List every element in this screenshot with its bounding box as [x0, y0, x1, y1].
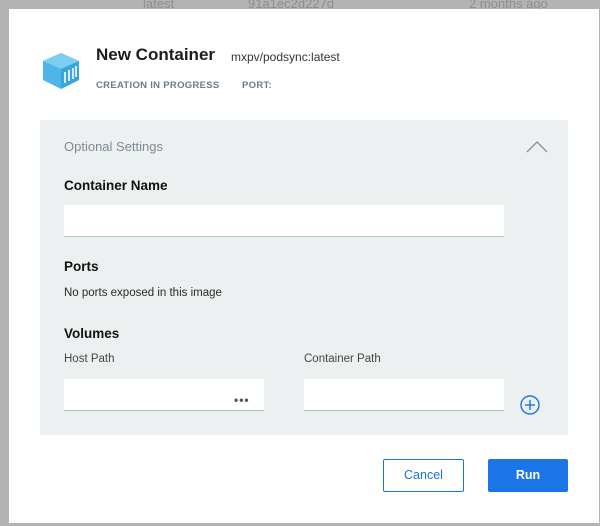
container-path-label: Container Path	[304, 353, 381, 365]
container-path-input[interactable]	[304, 379, 504, 411]
image-name: mxpv/podsync:latest	[231, 50, 340, 64]
container-name-label: Container Name	[64, 178, 168, 193]
container-box-icon	[43, 53, 79, 89]
creation-status: CREATION IN PROGRESS	[96, 80, 220, 91]
dialog-title: New Container	[96, 45, 216, 64]
cancel-button[interactable]: Cancel	[383, 459, 464, 492]
host-path-label: Host Path	[64, 353, 115, 365]
port-label: PORT:	[242, 80, 272, 91]
run-button[interactable]: Run	[488, 459, 568, 492]
ports-label: Ports	[64, 259, 99, 274]
container-name-input[interactable]	[64, 205, 504, 237]
optional-settings-title: Optional Settings	[64, 139, 164, 154]
volumes-label: Volumes	[64, 326, 120, 341]
new-container-dialog: New Container mxpv/podsync:latest CREATI…	[9, 9, 599, 523]
optional-settings-panel: Optional Settings Container Name Ports N…	[40, 120, 568, 435]
ports-message: No ports exposed in this image	[64, 287, 222, 299]
plus-circle-icon[interactable]	[519, 394, 541, 416]
chevron-up-icon[interactable]	[525, 140, 549, 154]
browse-host-path-button[interactable]: •••	[234, 393, 250, 407]
